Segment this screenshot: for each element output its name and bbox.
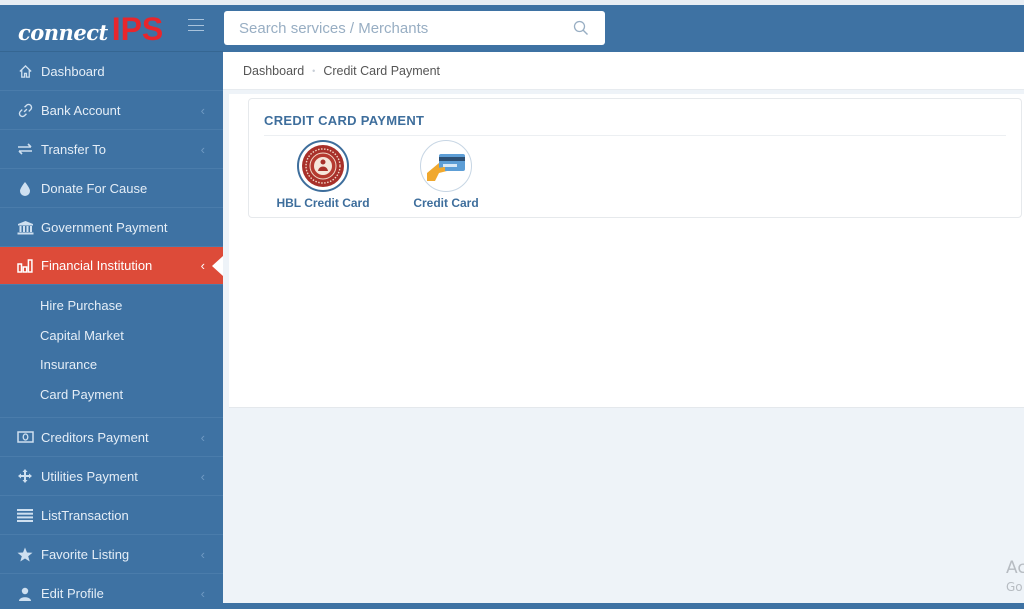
sidebar-item-label: Bank Account — [41, 102, 121, 118]
sidebar-item-utilities-payment[interactable]: Utilities Payment ‹ — [0, 457, 223, 496]
submenu-item-hire-purchase[interactable]: Hire Purchase — [0, 291, 223, 321]
credit-card-hand-icon — [420, 140, 472, 192]
sidebar: connect IPS Dashboard Bank Account ‹ Tra… — [0, 5, 223, 603]
drop-icon — [16, 181, 34, 196]
chevron-left-icon: ‹ — [200, 429, 205, 445]
hamburger-menu-icon[interactable] — [188, 19, 204, 31]
sidebar-item-label: Utilities Payment — [41, 468, 138, 484]
sidebar-item-favorite-listing[interactable]: Favorite Listing ‹ — [0, 535, 223, 574]
card-title: CREDIT CARD PAYMENT — [264, 113, 425, 128]
search-input[interactable] — [239, 19, 559, 37]
content-panel: CREDIT CARD PAYMENT HBL Credit Card Cred… — [229, 94, 1024, 408]
chevron-left-icon: ‹ — [200, 546, 205, 562]
activation-watermark: Ac Go — [1006, 558, 1024, 594]
sidebar-item-transfer-to[interactable]: Transfer To ‹ — [0, 130, 223, 169]
submenu-item-card-payment[interactable]: Card Payment — [0, 380, 223, 410]
chevron-left-icon: ‹ — [200, 258, 205, 273]
bank-building-icon — [16, 220, 34, 235]
chevron-left-icon: ‹ — [200, 102, 205, 118]
search-box — [224, 11, 605, 45]
submenu-item-insurance[interactable]: Insurance — [0, 350, 223, 380]
tile-credit-card[interactable]: Credit Card — [391, 140, 501, 210]
chevron-left-icon: ‹ — [200, 586, 205, 601]
sidebar-item-label: Creditors Payment — [41, 429, 149, 445]
financial-institution-submenu: Hire Purchase Capital Market Insurance C… — [0, 285, 223, 418]
logo-connect-text: connect — [18, 19, 108, 45]
logo-ips-text: IPS — [111, 10, 164, 47]
sidebar-item-label: Transfer To — [41, 141, 107, 157]
watermark-line1: Ac — [1006, 558, 1024, 578]
tile-label: Credit Card — [413, 196, 479, 210]
sidebar-item-label: Donate For Cause — [41, 180, 148, 196]
sidebar-item-creditors-payment[interactable]: Creditors Payment ‹ — [0, 418, 223, 457]
submenu-item-capital-market[interactable]: Capital Market — [0, 321, 223, 351]
breadcrumb: Dashboard • Credit Card Payment — [223, 52, 1024, 90]
sidebar-item-label: Financial Institution — [41, 258, 153, 273]
sidebar-item-list-transaction[interactable]: ListTransaction — [0, 496, 223, 535]
top-bar — [223, 5, 1024, 52]
breadcrumb-separator: • — [312, 65, 316, 76]
bottom-bar — [0, 603, 1024, 609]
divider — [264, 135, 1006, 136]
home-icon — [16, 64, 34, 79]
search-icon[interactable] — [573, 20, 589, 36]
sidebar-item-bank-account[interactable]: Bank Account ‹ — [0, 91, 223, 130]
money-icon — [16, 431, 34, 443]
logo[interactable]: connect IPS — [0, 5, 223, 52]
breadcrumb-dashboard[interactable]: Dashboard — [243, 64, 304, 78]
sidebar-item-label: Dashboard — [41, 63, 105, 79]
sidebar-item-financial-institution[interactable]: Financial Institution ‹ — [0, 247, 223, 285]
tile-hbl-credit-card[interactable]: HBL Credit Card — [268, 140, 378, 210]
sidebar-item-label: Favorite Listing — [41, 546, 130, 562]
sidebar-item-label: Edit Profile — [41, 586, 104, 601]
sidebar-item-government-payment[interactable]: Government Payment — [0, 208, 223, 247]
active-indicator — [212, 256, 223, 276]
arrows-move-icon — [16, 468, 34, 484]
main-content: Dashboard • Credit Card Payment CREDIT C… — [223, 52, 1024, 603]
link-icon — [16, 103, 34, 118]
hbl-logo-icon — [297, 140, 349, 192]
sidebar-item-dashboard[interactable]: Dashboard — [0, 52, 223, 91]
watermark-line2: Go — [1006, 580, 1023, 594]
chevron-left-icon: ‹ — [200, 468, 205, 484]
sidebar-item-label: Government Payment — [41, 219, 168, 235]
breadcrumb-current: Credit Card Payment — [323, 63, 441, 78]
list-icon — [16, 508, 34, 522]
credit-card-payment-card: CREDIT CARD PAYMENT HBL Credit Card Cred… — [248, 98, 1022, 218]
sidebar-item-label: ListTransaction — [41, 507, 129, 523]
sidebar-item-donate-for-cause[interactable]: Donate For Cause — [0, 169, 223, 208]
bar-chart-icon — [16, 258, 34, 273]
user-icon — [16, 587, 34, 601]
chevron-left-icon: ‹ — [200, 141, 205, 157]
transfer-icon — [16, 142, 34, 156]
tile-label: HBL Credit Card — [276, 196, 370, 210]
star-icon — [16, 547, 34, 562]
